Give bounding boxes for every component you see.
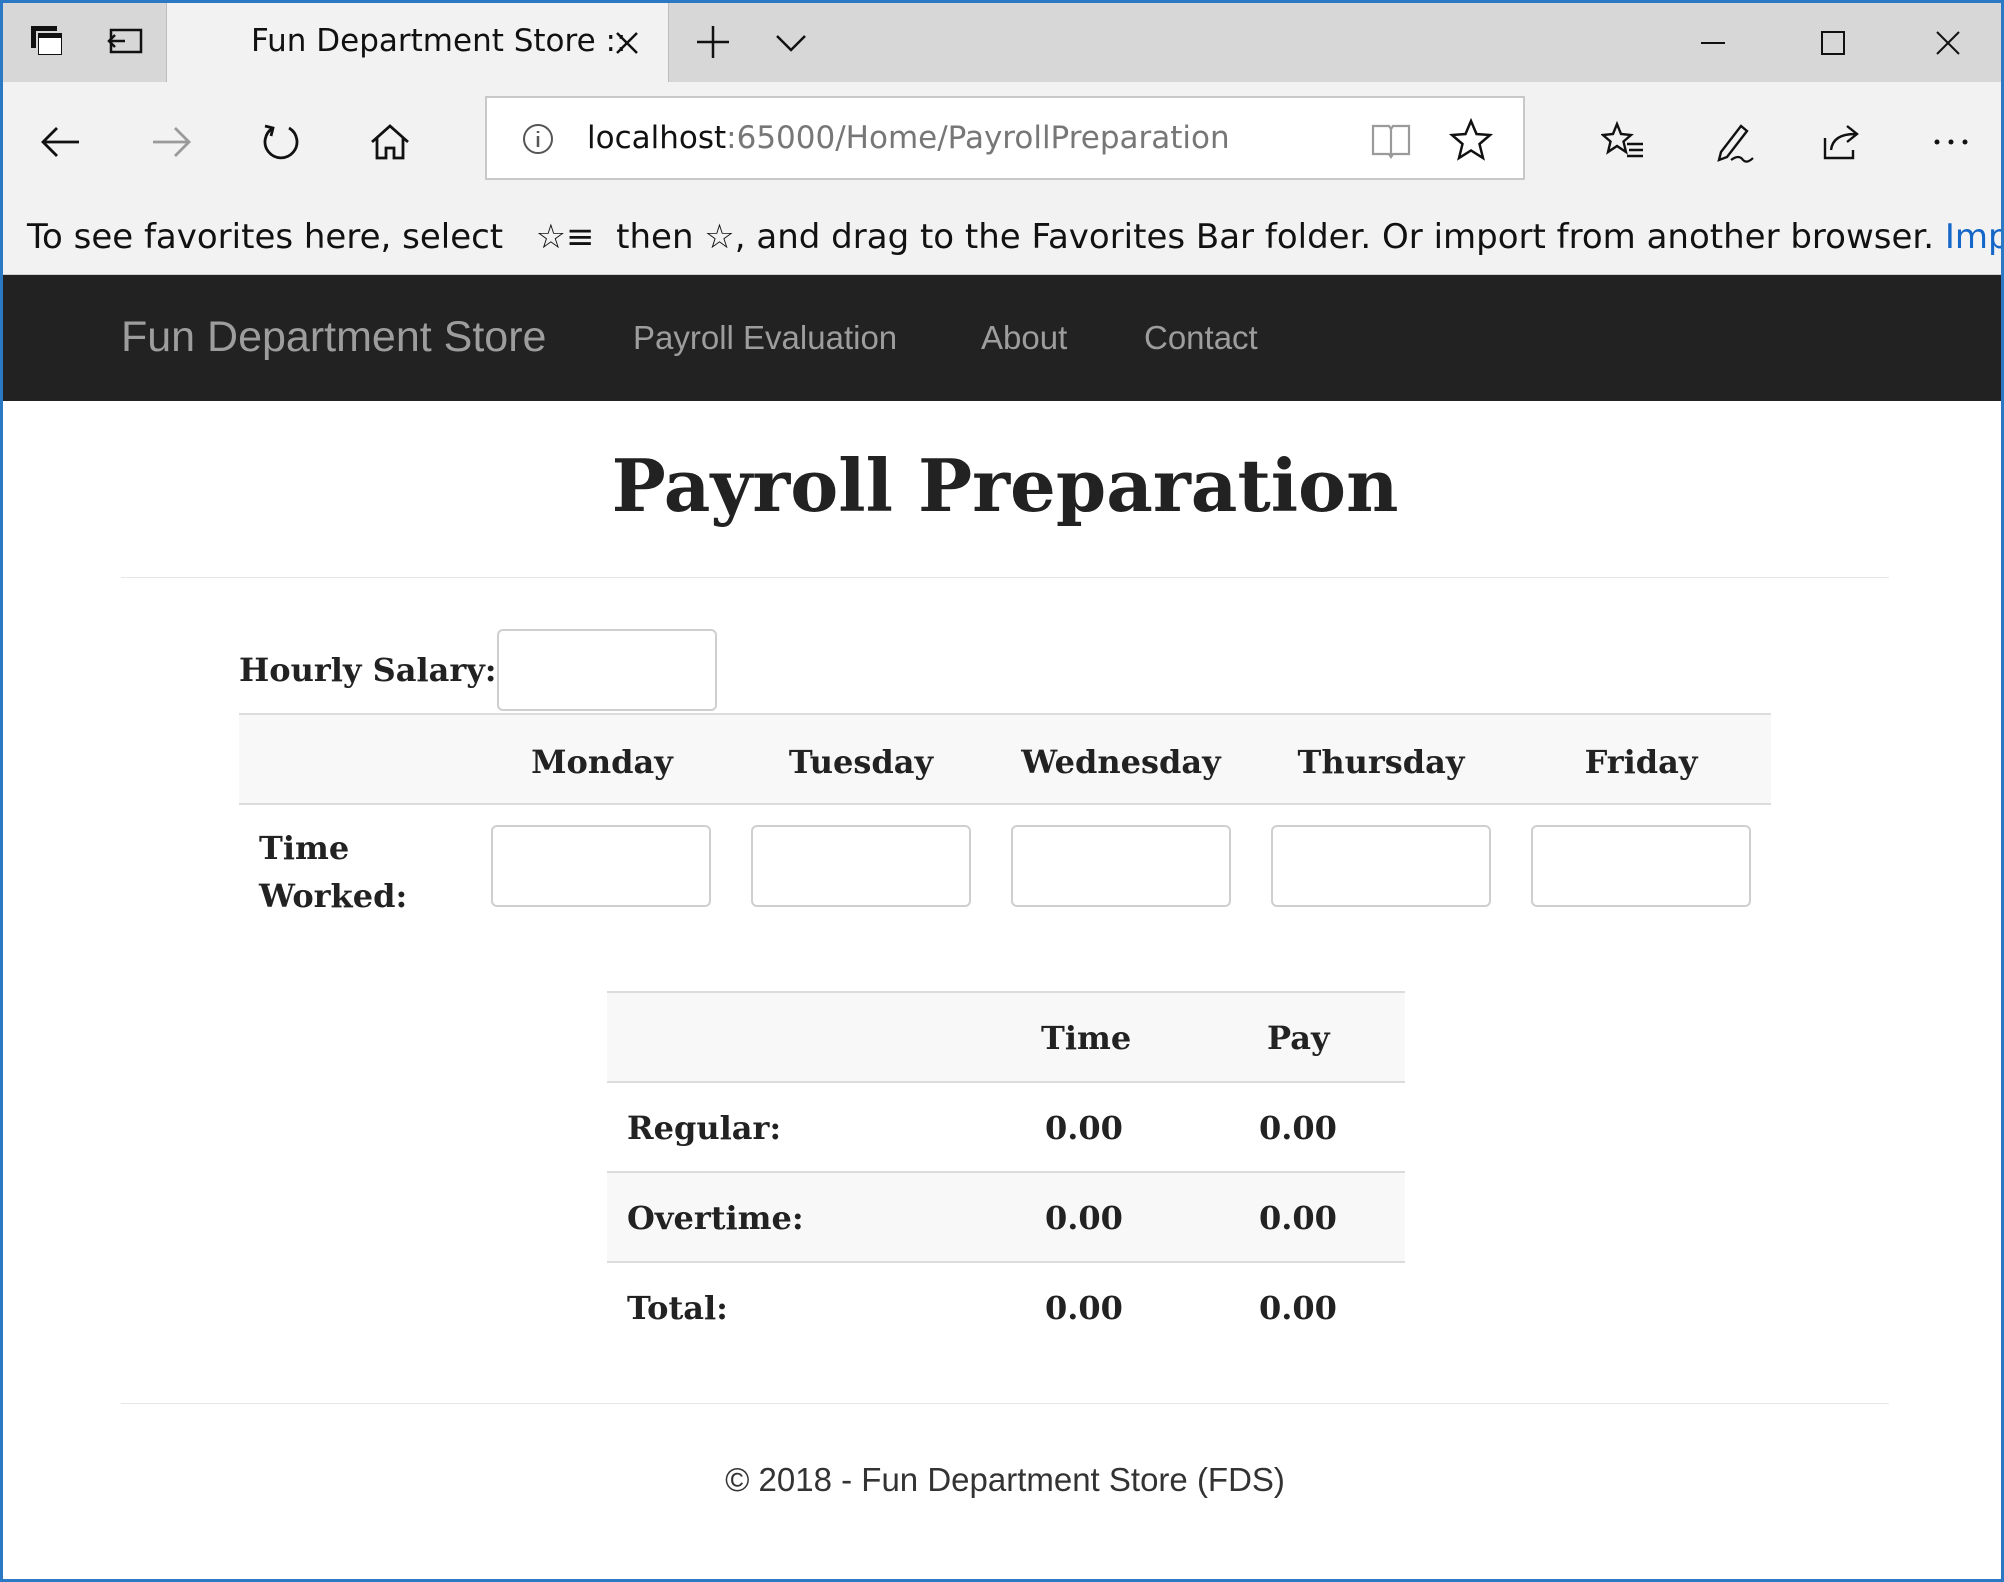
url-text[interactable]: localhost:65000/Home/PayrollPreparation (587, 120, 1230, 156)
overtime-label: Overtime: (627, 1199, 804, 1237)
total-pay-value: 0.00 (1259, 1289, 1337, 1327)
minimize-icon[interactable] (1683, 17, 1743, 69)
regular-pay-value: 0.00 (1259, 1109, 1337, 1147)
hourly-salary-label: Hourly Salary: (239, 651, 497, 689)
overtime-pay-value: 0.00 (1259, 1199, 1337, 1237)
site-info-icon[interactable] (521, 122, 555, 156)
tab-preview-chevron-icon[interactable] (761, 15, 821, 69)
close-tab-icon[interactable] (607, 23, 647, 63)
time-worked-label-line2: Worked: (259, 877, 408, 915)
day-header-friday: Friday (1584, 743, 1698, 781)
monday-time-input[interactable] (491, 825, 711, 907)
wednesday-time-input[interactable] (1011, 825, 1231, 907)
favorites-bar: To see favorites here, select ☆≡ then ☆,… (3, 199, 2001, 275)
footer-copyright: © 2018 - Fun Department Store (FDS) (725, 1461, 1285, 1498)
browser-toolbar: localhost:65000/Home/PayrollPreparation (3, 82, 2001, 199)
more-options-icon[interactable] (1921, 112, 1981, 172)
tab-strip: Fun Department Store :: (3, 3, 2001, 82)
divider (121, 577, 1889, 578)
tab-active[interactable]: Fun Department Store :: (166, 3, 669, 82)
summary-row-overtime: Overtime: 0.00 0.00 (607, 1173, 1405, 1263)
hourly-salary-input[interactable] (497, 629, 717, 711)
day-header-wednesday: Wednesday (1021, 743, 1221, 781)
page-title: Payroll Preparation (611, 443, 1399, 528)
day-header-tuesday: Tuesday (788, 743, 934, 781)
nav-about[interactable]: About (981, 319, 1067, 357)
forward-arrow-icon[interactable] (141, 112, 201, 172)
total-time-value: 0.00 (1045, 1289, 1123, 1327)
browser-window: Fun Department Store :: localhost:65000/… (0, 0, 2004, 1582)
thursday-time-input[interactable] (1271, 825, 1491, 907)
reading-view-icon[interactable] (1369, 120, 1413, 160)
tab-title: Fun Department Store :: (251, 23, 627, 59)
favorites-hub-icon[interactable] (1593, 112, 1653, 172)
favorites-hub-small-icon: ☆≡ (513, 217, 617, 257)
day-header-thursday: Thursday (1297, 743, 1465, 781)
time-worked-label-line1: Time (259, 829, 350, 867)
site-navbar: Fun Department Store Payroll Evaluation … (3, 275, 2001, 401)
summary-header-time: Time (1041, 1019, 1132, 1057)
web-note-pen-icon[interactable] (1703, 112, 1763, 172)
summary-row-total: Total: 0.00 0.00 (607, 1263, 1405, 1353)
share-icon[interactable] (1811, 112, 1871, 172)
close-window-icon[interactable] (1918, 17, 1978, 69)
favorite-star-icon[interactable] (1449, 118, 1493, 162)
nav-payroll-evaluation[interactable]: Payroll Evaluation (633, 319, 897, 357)
nav-contact[interactable]: Contact (1144, 319, 1258, 357)
address-bar[interactable]: localhost:65000/Home/PayrollPreparation (485, 96, 1525, 180)
overtime-time-value: 0.00 (1045, 1199, 1123, 1237)
refresh-icon[interactable] (251, 112, 311, 172)
regular-time-value: 0.00 (1045, 1109, 1123, 1147)
brand-link[interactable]: Fun Department Store (121, 313, 546, 362)
set-tabs-aside-icon[interactable] (95, 15, 155, 69)
summary-header-row: Time Pay (607, 991, 1405, 1083)
total-label: Total: (627, 1289, 728, 1327)
footer-divider (121, 1403, 1889, 1404)
home-icon[interactable] (360, 112, 420, 172)
day-header-monday: Monday (531, 743, 673, 781)
regular-label: Regular: (627, 1109, 782, 1147)
friday-time-input[interactable] (1531, 825, 1751, 907)
new-tab-icon[interactable] (683, 15, 743, 69)
back-arrow-icon[interactable] (31, 112, 91, 172)
days-header-row: Monday Tuesday Wednesday Thursday Friday (239, 713, 1771, 805)
favorites-message: To see favorites here, select ☆≡ then ☆,… (27, 217, 2001, 257)
maximize-icon[interactable] (1803, 17, 1863, 69)
import-favorites-link[interactable]: Import fav (1945, 217, 2001, 257)
summary-header-pay: Pay (1267, 1019, 1330, 1057)
tab-manager-icon[interactable] (17, 15, 77, 69)
tuesday-time-input[interactable] (751, 825, 971, 907)
summary-row-regular: Regular: 0.00 0.00 (607, 1083, 1405, 1173)
